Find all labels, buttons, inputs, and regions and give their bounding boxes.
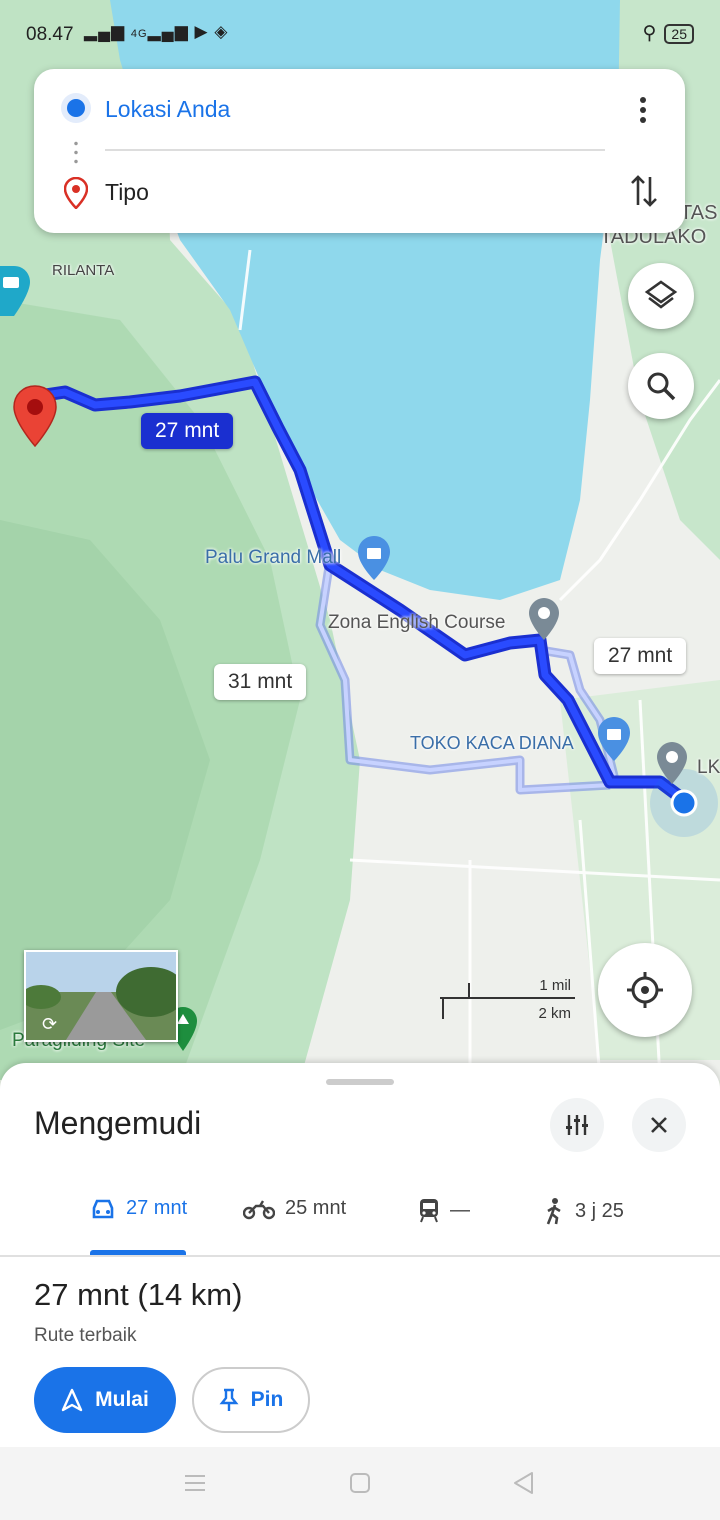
shopping-pin-icon[interactable] [596,716,632,762]
layers-button[interactable] [628,263,694,329]
more-vert-icon[interactable] [631,95,655,125]
origin-dot-icon [67,99,85,117]
search-icon [647,372,676,401]
route-options-button[interactable] [550,1098,604,1152]
close-icon [651,1117,667,1133]
map-label-palu-grand-mall[interactable]: Palu Grand Mall [205,547,341,569]
directions-card: Lokasi Anda Tipo [34,69,685,233]
motorbike-icon [243,1199,275,1219]
start-button[interactable]: Mulai [34,1367,176,1433]
destination-marker-icon[interactable] [12,384,58,448]
map-label-zona-english[interactable]: Zona English Course [328,612,505,634]
map-label-rilanta: RILANTA [52,262,115,279]
map-scale: 1 mil 2 km [440,975,575,1022]
origin-field[interactable]: Lokasi Anda [105,96,230,123]
rotate-360-icon: ⟳ [42,1014,58,1034]
layers-icon [644,280,678,309]
status-bar: 08.47 ▂▄▆ 4G▂▄▆ ▶ ◈ ⚲ 25 [0,0,720,64]
tab-motorbike[interactable]: 25 mnt [243,1197,346,1220]
destination-field[interactable]: Tipo [105,179,149,206]
tab-driving[interactable]: 27 mnt [90,1197,187,1220]
map-label-tadulako-top: TAS [680,202,718,224]
pin-icon [219,1388,239,1411]
map-label-lk: LK [697,757,720,778]
destination-pin-icon [64,177,88,209]
tune-icon [566,1115,588,1135]
my-location-button[interactable] [598,943,692,1037]
my-location-icon [627,972,663,1008]
navigation-icon [61,1388,83,1412]
back-icon[interactable] [512,1471,534,1495]
signal-icon: ▂▄▆ 4G▂▄▆ ▶ ◈ [84,22,229,41]
menu-icon[interactable] [184,1473,206,1493]
system-nav-bar [0,1447,720,1520]
swap-vert-icon[interactable] [629,173,659,209]
route-dots-icon [74,139,78,167]
pin-button[interactable]: Pin [192,1367,310,1433]
search-button[interactable] [628,353,694,419]
directions-sheet: Mengemudi 27 mnt 25 mnt — 3 j 25 27 mnt … [0,1063,720,1447]
status-time: 08.47 [26,24,74,45]
tab-walking[interactable]: 3 j 25 [543,1197,624,1225]
walk-icon [546,1198,561,1225]
place-pin-icon[interactable] [528,597,560,641]
home-icon[interactable] [349,1472,371,1494]
location-icon: ⚲ [642,23,657,44]
close-button[interactable] [632,1098,686,1152]
transit-icon [420,1199,438,1223]
sheet-title: Mengemudi [34,1105,202,1141]
map-label-toko-kaca[interactable]: TOKO KACA DIANA [410,733,574,754]
route-time-bubble-alt[interactable]: 31 mnt [214,664,307,700]
shopping-pin-icon[interactable] [356,535,392,581]
sheet-drag-handle[interactable] [326,1079,394,1085]
place-pin-icon[interactable] [656,741,688,785]
street-view-thumbnail[interactable]: ⟳ [24,950,178,1042]
battery-icon: 25 [664,23,694,44]
route-time-bubble-primary[interactable]: 27 mnt [141,413,234,449]
route-time-bubble-alt[interactable]: 27 mnt [594,638,687,674]
route-duration: 27 mnt (14 km) [34,1277,243,1312]
route-subtitle: Rute terbaik [34,1325,137,1346]
camera-pin-icon[interactable] [0,264,30,318]
car-icon [92,1199,114,1218]
tab-transit[interactable]: — [418,1197,470,1223]
